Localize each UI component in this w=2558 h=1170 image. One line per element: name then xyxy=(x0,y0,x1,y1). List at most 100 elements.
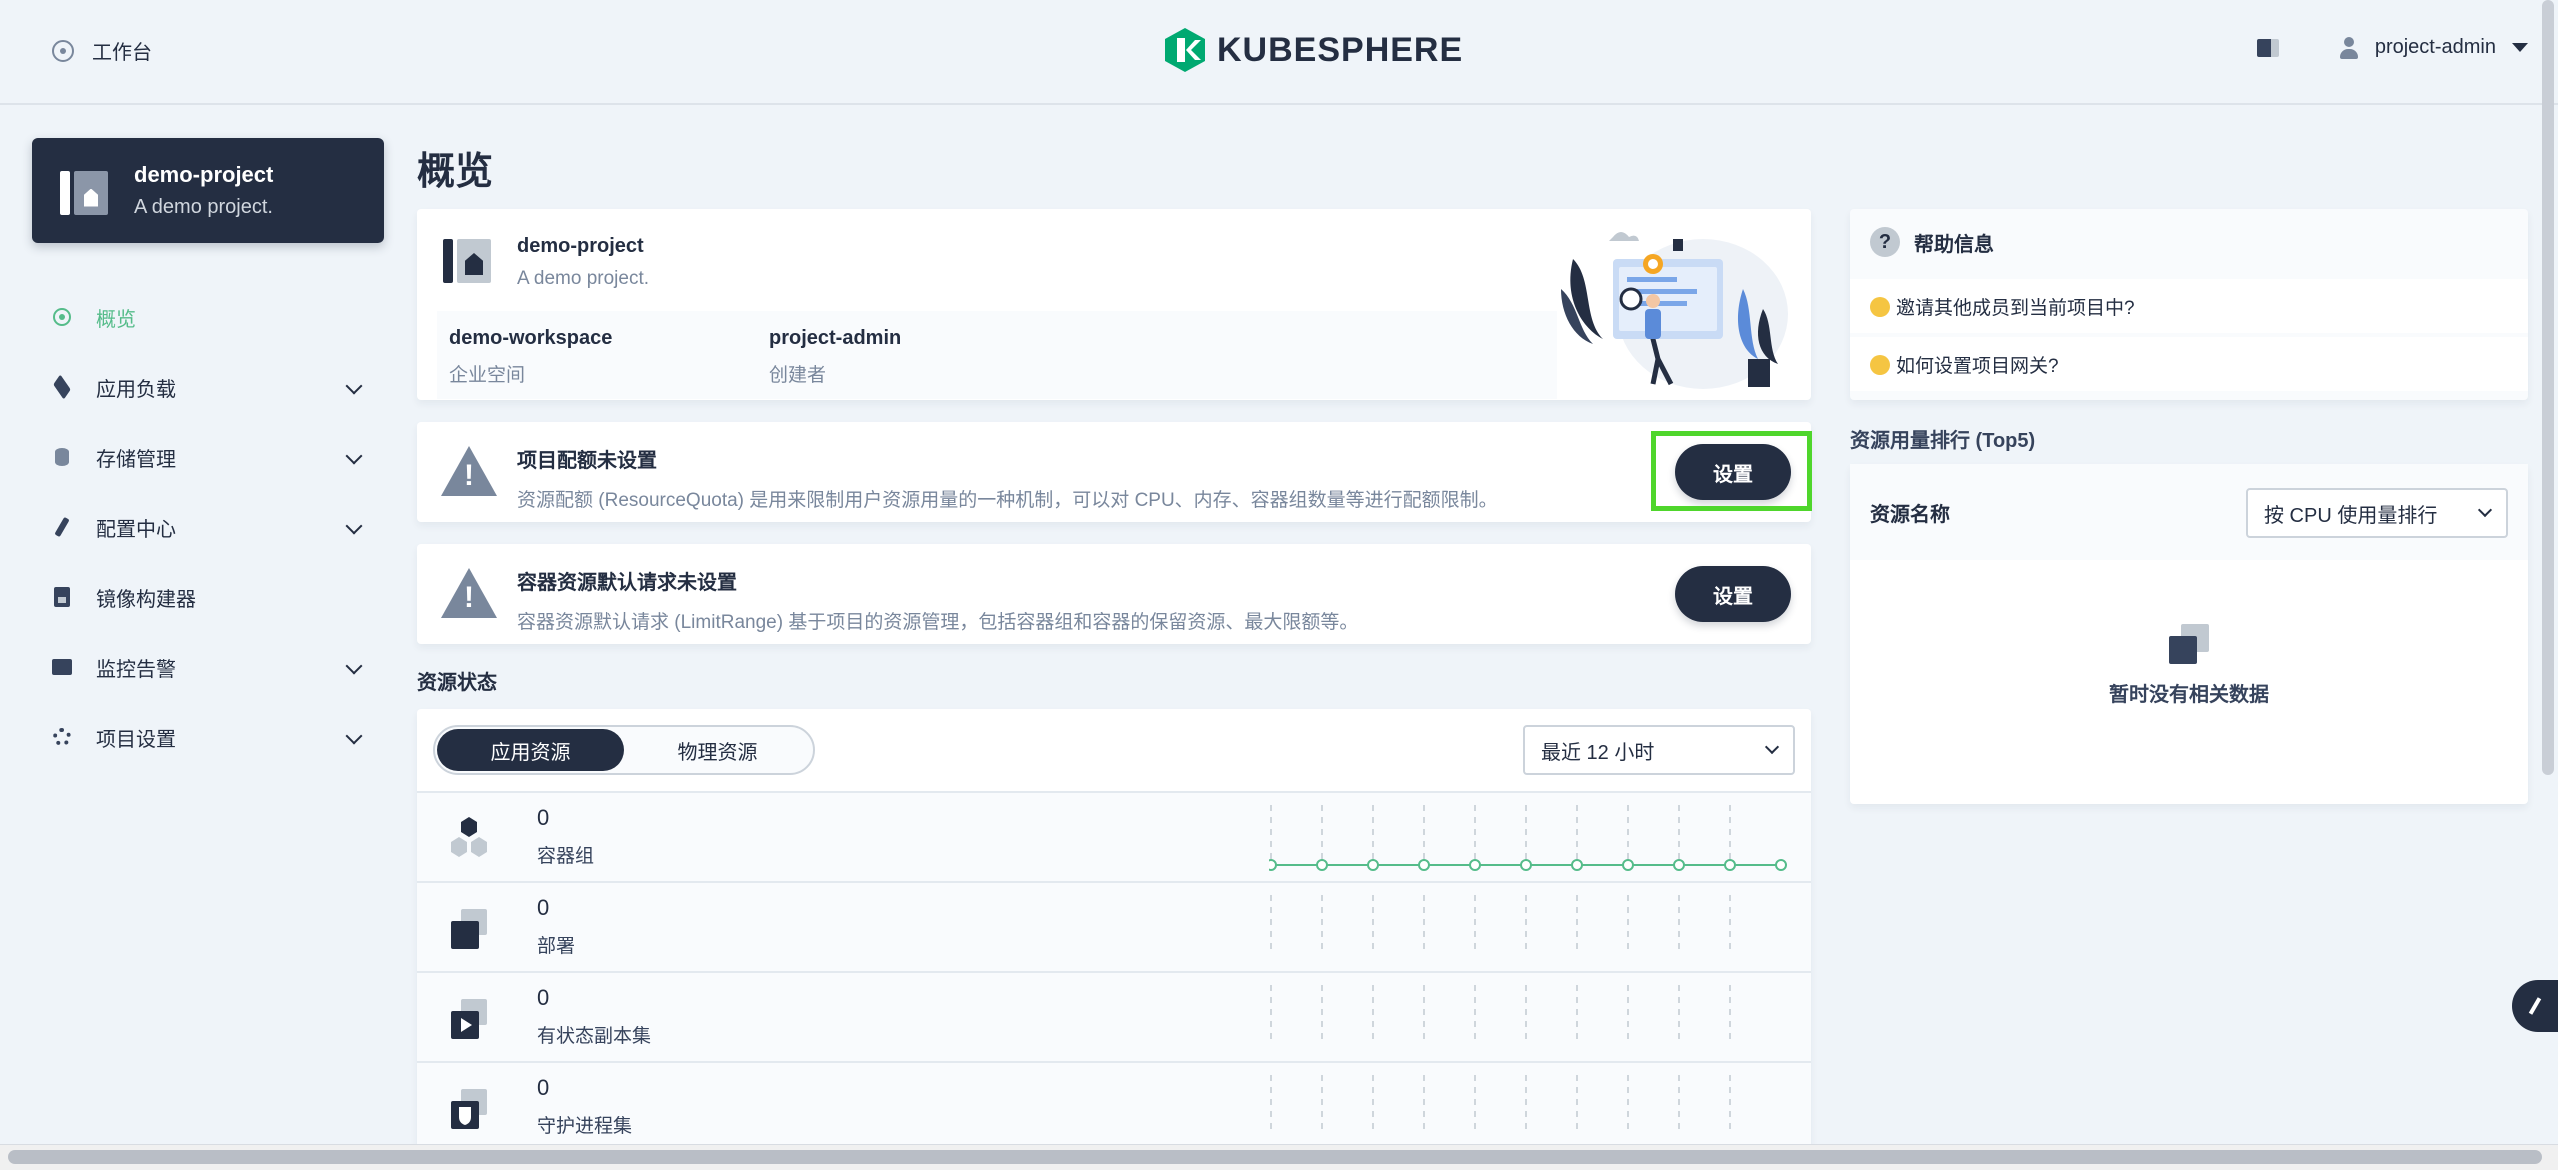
sidebar-item-monitoring[interactable]: 监控告警 xyxy=(52,632,372,702)
vertical-scrollbar[interactable] xyxy=(2542,0,2554,775)
sidebar-item-label: 项目设置 xyxy=(96,728,176,751)
image-builder-icon xyxy=(54,587,70,607)
creator-value: project-admin xyxy=(769,327,902,349)
user-menu[interactable]: project-admin xyxy=(2339,36,2528,59)
project-illustration xyxy=(1561,232,1788,389)
tab-physical-resources[interactable]: 物理资源 xyxy=(624,729,811,771)
limit-settings-button[interactable]: 设置 xyxy=(1675,566,1791,622)
workbench-icon xyxy=(52,39,74,62)
toolbox-button[interactable] xyxy=(2512,980,2558,1032)
limitrange-alert-card: ! 容器资源默认请求未设置 容器资源默认请求 (LimitRange) 基于项目… xyxy=(417,544,1811,644)
quota-alert-desc: 资源配额 (ResourceQuota) 是用来限制用户资源用量的一种机制，可以… xyxy=(517,490,1498,511)
layers-icon xyxy=(53,374,71,400)
chevron-down-icon xyxy=(345,377,363,395)
resource-row-pods[interactable]: 0 容器组 xyxy=(417,791,1811,881)
tab-app-resources[interactable]: 应用资源 xyxy=(437,729,624,771)
database-icon xyxy=(55,448,69,466)
pods-icon xyxy=(451,817,487,857)
empty-state: 暂时没有相关数据 xyxy=(1850,624,2528,707)
sidebar-item-label: 概览 xyxy=(96,308,136,331)
help-item-gateway[interactable]: 如何设置项目网关? xyxy=(1870,351,2059,378)
resource-row-daemonsets[interactable]: 0 守护进程集 xyxy=(417,1061,1811,1151)
question-icon: ? xyxy=(1870,227,1900,257)
ranking-column-label: 资源名称 xyxy=(1870,504,1950,526)
person-emoji-icon xyxy=(1870,296,1890,317)
overview-icon xyxy=(53,308,71,326)
help-card: ? 帮助信息 邀请其他成员到当前项目中? 如何设置项目网关? xyxy=(1850,209,2528,400)
user-icon xyxy=(2339,36,2359,59)
workbench-label: 工作台 xyxy=(92,42,152,64)
gear-icon xyxy=(53,728,71,746)
chevron-down-icon xyxy=(345,447,363,465)
time-range-value: 最近 12 小时 xyxy=(1541,741,1655,764)
project-name: demo-project xyxy=(134,162,274,187)
sidebar-item-settings[interactable]: 项目设置 xyxy=(52,702,372,772)
statefulsets-label: 有状态副本集 xyxy=(537,1026,652,1047)
pods-sparkline xyxy=(1269,805,1787,871)
kubesphere-logo[interactable]: KUBESPHERE xyxy=(1165,28,1463,72)
sidebar-item-label: 应用负载 xyxy=(96,378,176,401)
sidebar-item-label: 配置中心 xyxy=(96,518,176,541)
horizontal-scrollbar[interactable] xyxy=(8,1150,2542,1164)
limit-alert-title: 容器资源默认请求未设置 xyxy=(517,572,737,594)
help-item-label: 如何设置项目网关? xyxy=(1896,356,2059,377)
sidebar-item-overview[interactable]: 概览 xyxy=(52,282,372,352)
pods-label: 容器组 xyxy=(537,846,595,867)
chevron-down-icon xyxy=(2477,502,2493,518)
project-desc: A demo project. xyxy=(134,196,273,218)
resource-row-deployments[interactable]: 0 部署 xyxy=(417,881,1811,971)
sidebar-item-label: 存储管理 xyxy=(96,448,176,471)
chevron-down-icon xyxy=(345,727,363,745)
pods-count: 0 xyxy=(537,805,550,830)
project-icon xyxy=(443,235,491,283)
daemonsets-icon xyxy=(451,1089,487,1129)
sidebar-item-label: 监控告警 xyxy=(96,658,176,681)
project-switcher[interactable]: demo-project A demo project. xyxy=(32,138,384,243)
resource-status-label: 资源状态 xyxy=(417,672,497,694)
help-item-label: 邀请其他成员到当前项目中? xyxy=(1896,298,2135,319)
workbench-link[interactable]: 工作台 xyxy=(52,36,152,65)
help-item-invite[interactable]: 邀请其他成员到当前项目中? xyxy=(1870,293,2135,320)
page-title: 概览 xyxy=(417,151,494,193)
limit-alert-desc: 容器资源默认请求 (LimitRange) 基于项目的资源管理，包括容器组和容器… xyxy=(517,612,1359,633)
resource-row-statefulsets[interactable]: 0 有状态副本集 xyxy=(417,971,1811,1061)
deployments-label: 部署 xyxy=(537,936,576,957)
quota-alert-title: 项目配额未设置 xyxy=(517,450,657,472)
empty-text: 暂时没有相关数据 xyxy=(2109,684,2269,706)
hammer-icon xyxy=(2528,997,2542,1015)
chevron-down-icon xyxy=(345,657,363,675)
deployments-count: 0 xyxy=(537,895,550,920)
daemonsets-count: 0 xyxy=(537,1075,550,1100)
sidebar-item-config[interactable]: 配置中心 xyxy=(52,492,372,562)
chevron-down-icon xyxy=(1764,739,1780,755)
kubesphere-logo-icon xyxy=(1165,28,1205,72)
resource-status-card: 应用资源 物理资源 最近 12 小时 0 容器组 0 部署 0 有状态副本集 0… xyxy=(417,709,1811,1170)
creator-label: 创建者 xyxy=(769,365,827,386)
chevron-down-icon xyxy=(345,517,363,535)
ranking-card: 资源名称 按 CPU 使用量排行 暂时没有相关数据 xyxy=(1850,464,2528,804)
sidebar-nav: 概览 应用负载 存储管理 配置中心 镜像构建器 监控告警 项目设置 xyxy=(52,282,372,772)
project-icon xyxy=(60,167,108,215)
top-header: 工作台 KUBESPHERE project-admin xyxy=(0,0,2558,105)
sidebar-item-storage[interactable]: 存储管理 xyxy=(52,422,372,492)
daemonsets-sparkline xyxy=(1270,1075,1731,1135)
sidebar-item-workloads[interactable]: 应用负载 xyxy=(52,352,372,422)
statefulsets-icon xyxy=(451,999,487,1039)
logo-text: KUBESPHERE xyxy=(1217,30,1464,69)
deployments-icon xyxy=(451,909,487,949)
empty-icon xyxy=(2169,624,2209,664)
ranking-sort-select[interactable]: 按 CPU 使用量排行 xyxy=(2246,488,2508,538)
user-name: project-admin xyxy=(2374,36,2496,58)
ranking-title: 资源用量排行 (Top5) xyxy=(1850,430,2036,452)
docs-icon[interactable] xyxy=(2256,38,2279,57)
project-info-card: demo-project A demo project. demo-worksp… xyxy=(417,209,1811,400)
workspace-label: 企业空间 xyxy=(449,365,526,386)
quota-alert-card: ! 项目配额未设置 资源配额 (ResourceQuota) 是用来限制用户资源… xyxy=(417,422,1811,522)
resource-tabs: 应用资源 物理资源 xyxy=(433,725,815,775)
sidebar-item-image-builder[interactable]: 镜像构建器 xyxy=(52,562,372,632)
help-title: 帮助信息 xyxy=(1914,233,1994,256)
info-project-desc: A demo project. xyxy=(517,268,650,289)
daemonsets-label: 守护进程集 xyxy=(537,1116,633,1137)
time-range-select[interactable]: 最近 12 小时 xyxy=(1523,725,1795,775)
highlight-box xyxy=(1651,431,1812,511)
